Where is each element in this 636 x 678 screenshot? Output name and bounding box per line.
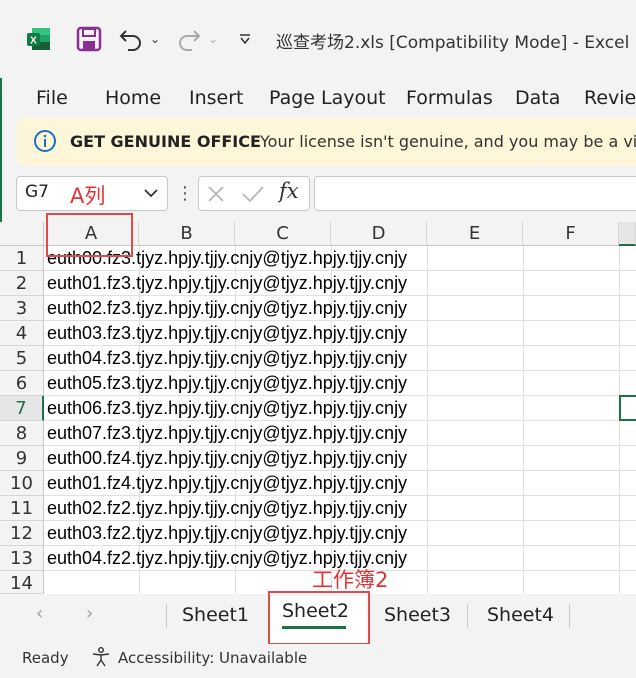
tab-separator [467,604,468,628]
accessibility-icon[interactable] [90,646,112,668]
tab-home[interactable]: Home [105,87,161,109]
tab-review[interactable]: Review [584,87,636,109]
customize-qat-icon[interactable] [236,24,254,54]
tab-file[interactable]: File [36,87,68,109]
status-ready: Ready [22,649,69,667]
banner-title: GET GENUINE OFFICE [70,132,261,151]
row-header[interactable]: 12 [0,521,44,546]
svg-text:X: X [30,36,37,47]
row-header[interactable]: 1 [0,246,44,271]
cancel-icon[interactable] [205,183,227,209]
cell-a2[interactable]: euth01.fz3.tjyz.hpjy.tjjy.cnjy@tjyz.hpjy… [47,271,407,296]
tab-insert[interactable]: Insert [189,87,244,109]
row-header[interactable]: 2 [0,271,44,296]
row-header[interactable]: 11 [0,496,44,521]
column-header-b[interactable]: B [139,222,235,246]
column-header-c[interactable]: C [235,222,331,246]
row-header[interactable]: 14 [0,571,44,594]
save-icon[interactable] [74,24,104,54]
undo-dropdown-icon[interactable]: ⌄ [148,24,162,54]
row-header[interactable]: 6 [0,371,44,396]
window-title: 巡查考场2.xls [Compatibility Mode] - Excel [276,33,630,53]
cell-a9[interactable]: euth00.fz4.tjyz.hpjy.tjjy.cnjy@tjyz.hpjy… [47,446,407,471]
excel-logo-icon: X [24,24,54,54]
annotation-sheet-label: 工作簿2 [312,568,389,592]
row-header[interactable]: 3 [0,296,44,321]
sheet-tab-sheet1[interactable]: Sheet1 [182,604,249,626]
sheet-tab-sheet3[interactable]: Sheet3 [384,604,451,626]
select-all-corner[interactable] [0,222,44,246]
more-options-icon[interactable]: ⋮ [176,183,194,204]
cell-a7[interactable]: euth06.fz3.tjyz.hpjy.tjjy.cnjy@tjyz.hpjy… [47,396,407,421]
undo-icon[interactable] [116,24,146,54]
active-cell-g7[interactable] [619,395,636,421]
cell-a3[interactable]: euth02.fz3.tjyz.hpjy.tjjy.cnjy@tjyz.hpjy… [47,296,407,321]
row-header[interactable]: 5 [0,346,44,371]
name-box-value: G7 [25,182,49,202]
tab-formulas[interactable]: Formulas [406,87,493,109]
tab-separator [166,604,167,628]
scroll-right-icon[interactable]: › [86,603,93,624]
row-header[interactable]: 9 [0,446,44,471]
sheet-tab-sheet4[interactable]: Sheet4 [487,604,554,626]
redo-dropdown-icon[interactable]: ⌄ [206,24,220,54]
info-icon [33,129,57,153]
cell-a6[interactable]: euth05.fz3.tjyz.hpjy.tjjy.cnjy@tjyz.hpjy… [47,371,407,396]
row-header-active[interactable]: 7 [0,396,44,421]
scroll-left-icon[interactable]: ‹ [36,603,43,624]
row-header[interactable]: 13 [0,546,44,571]
formula-input[interactable] [314,176,636,211]
enter-icon[interactable] [241,183,265,209]
cell-a11[interactable]: euth02.fz2.tjyz.hpjy.tjjy.cnjy@tjyz.hpjy… [47,496,407,521]
cell-a10[interactable]: euth01.fz4.tjyz.hpjy.tjjy.cnjy@tjyz.hpjy… [47,471,407,496]
annotation-column-a-label: A列 [70,184,106,208]
chevron-down-icon[interactable] [143,185,159,205]
tab-separator [569,604,570,628]
cell-a5[interactable]: euth04.fz3.tjyz.hpjy.tjjy.cnjy@tjyz.hpjy… [47,346,407,371]
column-header-e[interactable]: E [427,222,523,246]
column-header-g[interactable] [619,222,636,246]
insert-function-button[interactable]: fx [279,179,299,203]
redo-icon[interactable] [174,24,204,54]
tab-page-layout[interactable]: Page Layout [269,87,386,109]
banner-message: Your license isn't genuine, and you may … [260,132,636,151]
row-header[interactable]: 4 [0,321,44,346]
annotation-box-sheet2 [268,591,370,645]
annotation-box-column-a [46,213,133,257]
row-header[interactable]: 10 [0,471,44,496]
tab-data[interactable]: Data [515,87,560,109]
cell-a12[interactable]: euth03.fz2.tjyz.hpjy.tjjy.cnjy@tjyz.hpjy… [47,521,407,546]
formula-buttons: fx [198,176,310,211]
status-accessibility[interactable]: Accessibility: Unavailable [118,649,307,667]
column-header-d[interactable]: D [331,222,427,246]
cell-a4[interactable]: euth03.fz3.tjyz.hpjy.tjjy.cnjy@tjyz.hpjy… [47,321,407,346]
cell-a8[interactable]: euth07.fz3.tjyz.hpjy.tjjy.cnjy@tjyz.hpjy… [47,421,407,446]
column-header-f[interactable]: F [523,222,619,246]
row-header[interactable]: 8 [0,421,44,446]
